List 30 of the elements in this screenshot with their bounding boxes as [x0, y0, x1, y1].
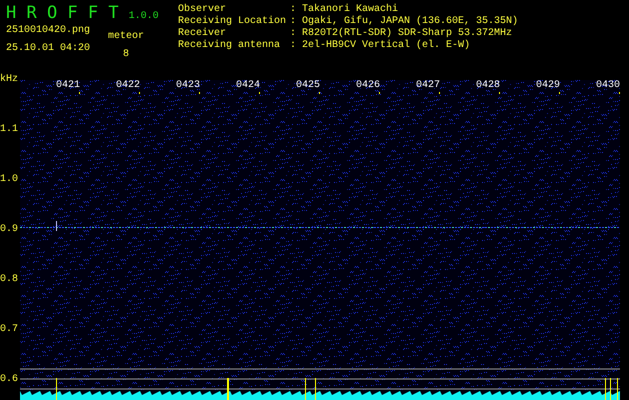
time-label: 0426: [356, 80, 380, 92]
info-value: : 2el-HB9CV Vertical (el. E-W): [290, 40, 472, 52]
frequency-label: 1.1: [0, 124, 18, 136]
info-value: : R820T2(RTL-SDR) SDR-Sharp 53.372MHz: [290, 28, 514, 40]
info-value: : Takanori Kawachi: [290, 4, 400, 16]
meteor-label: meteor: [108, 31, 144, 43]
time-label: 0427: [416, 80, 440, 92]
time-label: 0422: [116, 80, 140, 92]
info-label: Receiver: [178, 28, 228, 40]
file-name: 2510010420.png: [6, 25, 90, 37]
time-label: 0429: [536, 80, 560, 92]
version-label: 1.0.0: [128, 11, 159, 23]
info-label: Receiving antenna: [178, 40, 282, 52]
frequency-label: 1.0: [0, 174, 18, 186]
time-label: 0424: [236, 80, 260, 92]
time-label: 0423: [176, 80, 200, 92]
time-label: 0430: [596, 80, 620, 92]
info-label: Receiving Location: [178, 16, 288, 28]
frequency-label: 0.7: [0, 324, 18, 336]
unit-label: kHz: [0, 74, 20, 86]
info-label: Observer: [178, 4, 228, 16]
frequency-label: 0.9: [0, 224, 18, 236]
meteor-count: 8: [123, 49, 130, 61]
app-title: H R O F F T: [6, 3, 119, 23]
date-time: 25.10.01 04:20: [6, 43, 90, 55]
time-label: 0421: [56, 80, 80, 92]
time-label: 0425: [296, 80, 320, 92]
info-value: : Ogaki, Gifu, JAPAN (136.60E, 35.35N): [290, 16, 518, 28]
frequency-label: 0.8: [0, 274, 18, 286]
frequency-label: 0.6: [0, 374, 18, 386]
